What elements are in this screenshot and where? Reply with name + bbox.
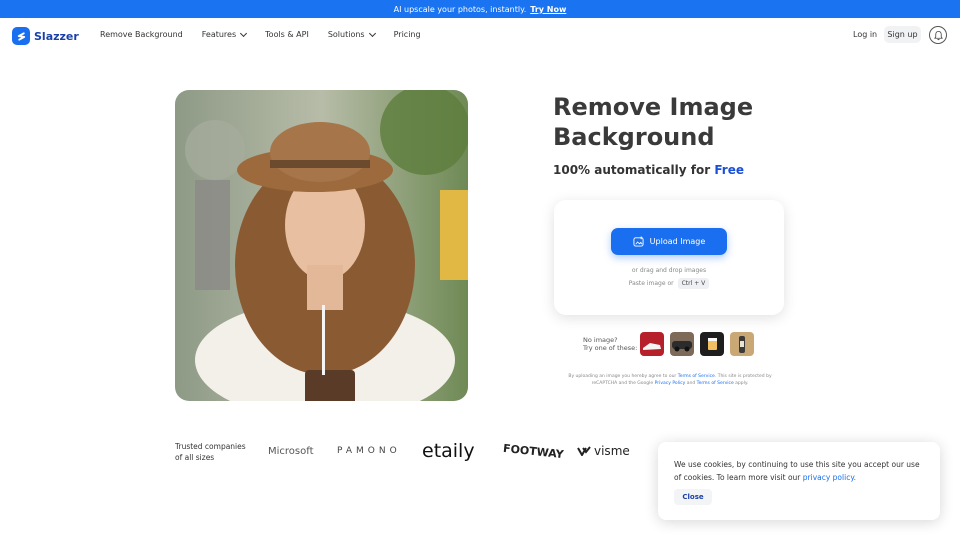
nav-pricing[interactable]: Pricing	[394, 30, 421, 39]
cookie-privacy-link[interactable]: privacy policy.	[803, 473, 856, 482]
page-title: Remove Image Background	[553, 93, 754, 151]
sample-image-bottle[interactable]	[730, 332, 754, 356]
trusted-label: Trusted companies of all sizes	[175, 442, 246, 462]
google-terms-link[interactable]: Terms of Service	[697, 381, 734, 386]
terms-notice: By uploading an image you hereby agree t…	[568, 374, 772, 386]
drag-drop-text: or drag and drop images	[631, 267, 707, 274]
login-link[interactable]: Log in	[853, 30, 877, 39]
cookie-banner: We use cookies, by continuing to use thi…	[658, 442, 940, 520]
nav-tools-api[interactable]: Tools & API	[265, 30, 309, 39]
terms-link[interactable]: Terms of Service	[678, 374, 715, 379]
cookie-message: We use cookies, by continuing to use thi…	[674, 460, 920, 482]
sample-thumbnails	[640, 332, 754, 356]
banner-text: AI upscale your photos, instantly.	[393, 4, 527, 14]
upload-button-label: Upload Image	[649, 237, 706, 246]
privacy-policy-link[interactable]: Privacy Policy	[655, 381, 686, 386]
sample-prompt: No image? Try one of these:	[583, 336, 638, 352]
cookie-close-button[interactable]: Close	[674, 489, 712, 505]
sample-image-car[interactable]	[670, 332, 694, 356]
company-logo-pamono: PAMONO	[337, 446, 401, 456]
nav-remove-background[interactable]: Remove Background	[100, 30, 183, 39]
company-logo-etaily: etaily	[422, 440, 475, 462]
slazzer-logo-icon	[12, 27, 30, 45]
upload-image-button[interactable]: Upload Image	[611, 228, 727, 255]
company-logo-microsoft: Microsoft	[268, 445, 314, 457]
shortcut-key: Ctrl + V	[677, 278, 710, 289]
try-now-link[interactable]: Try Now	[530, 5, 566, 14]
logo[interactable]: Slazzer	[12, 27, 79, 45]
hero-photo	[175, 90, 468, 401]
chevron-down-icon	[368, 29, 376, 37]
nav-links: Remove Background Features Tools & API S…	[100, 29, 421, 39]
logo-text: Slazzer	[34, 29, 79, 43]
page-subtitle: 100% automatically for Free	[553, 163, 744, 177]
sample-image-shoe[interactable]	[640, 332, 664, 356]
company-logo-visme: visme	[577, 441, 630, 461]
bell-icon[interactable]	[929, 26, 947, 44]
sample-image-cup[interactable]	[700, 332, 724, 356]
upload-card[interactable]: Upload Image or drag and drop images Pas…	[554, 200, 784, 315]
nav-solutions[interactable]: Solutions	[328, 29, 376, 39]
paste-text: Paste image or	[628, 280, 674, 287]
top-nav: Slazzer Remove Background Features Tools…	[0, 18, 960, 54]
chevron-down-icon	[240, 29, 248, 37]
visme-logo-icon	[577, 446, 591, 456]
upload-image-icon	[633, 236, 644, 247]
company-logo-footway: FOOTWAY	[502, 441, 565, 461]
promo-banner: AI upscale your photos, instantly. Try N…	[0, 0, 960, 18]
nav-features[interactable]: Features	[202, 29, 248, 39]
free-highlight: Free	[714, 163, 744, 177]
signup-button[interactable]: Sign up	[884, 26, 921, 43]
paste-row: Paste image or Ctrl + V	[554, 278, 784, 289]
